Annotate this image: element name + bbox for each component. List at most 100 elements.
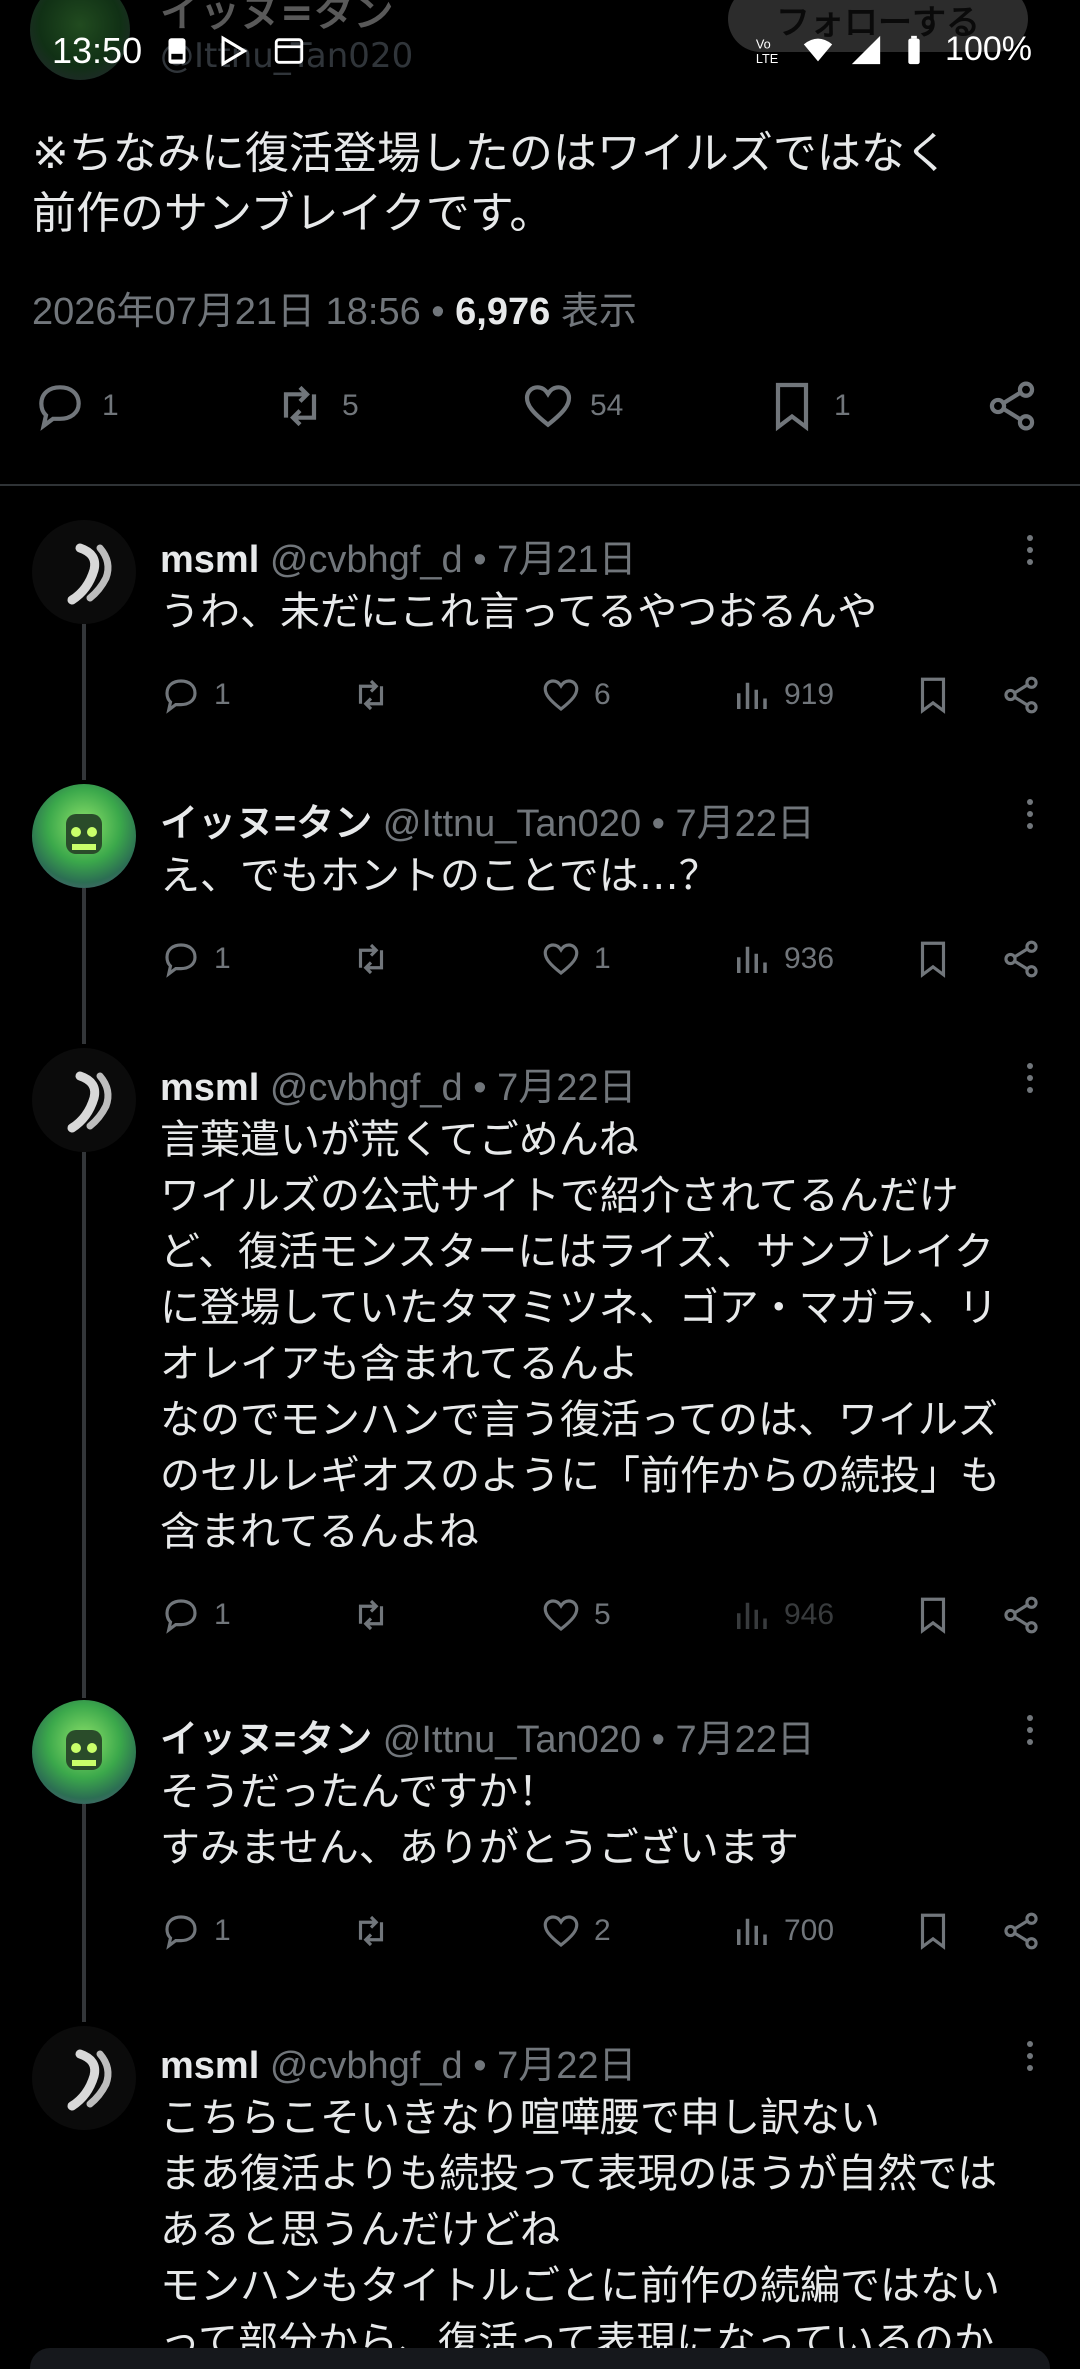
views-count: 700 — [784, 1914, 835, 1947]
reply-button[interactable]: 1 — [160, 1910, 231, 1952]
share-icon — [1004, 940, 1038, 978]
more-options-icon[interactable] — [1020, 794, 1040, 834]
views-button[interactable]: 946 — [730, 1594, 834, 1636]
battery-icon — [908, 35, 920, 64]
reply-action-bar: 1 6 919 — [160, 674, 1050, 724]
bookmark-button[interactable] — [912, 1594, 954, 1636]
retweet-icon — [358, 1599, 384, 1631]
reply-text-line: うわ、未だにこれ言ってるやつおるんや — [160, 589, 878, 635]
avatar[interactable] — [32, 1700, 136, 1804]
reply-date[interactable]: 7月22日 — [497, 2045, 636, 2087]
like-count: 2 — [594, 1914, 611, 1947]
reply-button[interactable]: 1 — [160, 1594, 231, 1636]
reply-author-name[interactable]: イッヌ=タン — [160, 803, 372, 845]
retweet-button[interactable] — [350, 1910, 392, 1952]
retweet-button[interactable] — [350, 938, 392, 980]
reply-count: 1 — [102, 389, 119, 422]
views-button[interactable]: 936 — [730, 938, 834, 980]
share-button[interactable] — [1000, 1594, 1042, 1636]
avatar[interactable] — [32, 784, 136, 888]
signal-icon — [851, 35, 881, 64]
share-icon — [1004, 1912, 1038, 1950]
avatar[interactable] — [32, 1048, 136, 1152]
reply-count: 1 — [214, 678, 231, 711]
bookmark-icon — [920, 1913, 946, 1950]
reply-date[interactable]: 7月22日 — [676, 803, 815, 845]
reply-author-name[interactable]: msml — [160, 539, 259, 581]
reply-author-handle[interactable]: @Ittnu_Tan020 — [383, 1719, 641, 1761]
reply-button[interactable]: 1 — [32, 378, 119, 434]
views-button[interactable]: 700 — [730, 1910, 834, 1952]
share-icon — [1004, 676, 1038, 714]
reply-text: こちらこそいきなり喧嘩腰で申し訳ない まあ復活よりも続投って表現のほうが自然では… — [160, 2090, 1050, 2369]
reply-author-handle[interactable]: @cvbhgf_d — [270, 539, 463, 581]
reply-button[interactable]: 1 — [160, 674, 231, 716]
share-button[interactable] — [1000, 938, 1042, 980]
views-chart-icon — [737, 682, 767, 709]
share-button[interactable] — [1000, 1910, 1042, 1952]
avatar[interactable] — [32, 520, 136, 624]
avatar-image — [66, 1730, 102, 1770]
avatar-image — [66, 814, 102, 854]
reply-date[interactable]: 7月21日 — [497, 539, 636, 581]
reply-text-line: まあ復活よりも続投って表現のほうが自然では — [160, 2151, 998, 2197]
like-count: 5 — [594, 1598, 611, 1631]
bookmark-button[interactable] — [912, 1910, 954, 1952]
reply-text-line: オレイアも含まれてるんよ — [160, 1341, 639, 1387]
more-options-icon[interactable] — [1020, 1710, 1040, 1750]
volte-icon: VoLTE — [756, 36, 778, 65]
thread-connector — [82, 888, 86, 1044]
like-button[interactable]: 1 — [540, 938, 611, 980]
like-count: 54 — [590, 389, 624, 422]
reply-author-name[interactable]: msml — [160, 1067, 259, 1109]
bookmark-icon — [920, 941, 946, 978]
reply-count: 1 — [214, 1598, 231, 1631]
bottom-reply-bar[interactable] — [30, 2348, 1050, 2369]
reply-header: msml @cvbhgf_d • 7月21日 — [160, 528, 637, 583]
reply-text-line: すみません、ありがとうございます — [160, 1825, 799, 1871]
views-button[interactable]: 919 — [730, 674, 834, 716]
like-button[interactable]: 54 — [520, 378, 623, 434]
sim-card-icon — [168, 38, 186, 64]
reply-action-bar: 1 5 946 — [160, 1594, 1050, 1644]
like-button[interactable]: 2 — [540, 1910, 611, 1952]
reply-date[interactable]: 7月22日 — [676, 1719, 815, 1761]
reply-date[interactable]: 7月22日 — [497, 1067, 636, 1109]
heart-icon — [543, 1915, 579, 1948]
retweet-button[interactable] — [350, 674, 392, 716]
reply-text-line: 言葉遣いが荒くてごめんね — [160, 1117, 639, 1163]
avatar[interactable] — [32, 2026, 136, 2130]
reply-author-name[interactable]: イッヌ=タン — [160, 1719, 372, 1761]
retweet-icon — [283, 385, 317, 427]
reply-author-handle[interactable]: @cvbhgf_d — [270, 1067, 463, 1109]
reply-author-handle[interactable]: @Ittnu_Tan020 — [383, 803, 641, 845]
retweet-button[interactable]: 5 — [272, 378, 359, 434]
svg-text:LTE: LTE — [756, 50, 778, 65]
reply-text-line: に登場していたタマミツネ、ゴア・マガラ、リ — [160, 1285, 998, 1331]
tweet-datetime[interactable]: 2026年07月21日 18:56 — [32, 291, 421, 333]
reply-icon — [165, 679, 197, 714]
reply-text-line: のセルレギオスのように「前作からの続投」も — [160, 1453, 1000, 1499]
bookmark-button[interactable] — [912, 938, 954, 980]
more-options-icon[interactable] — [1020, 1058, 1040, 1098]
reply-icon — [165, 943, 197, 978]
bookmark-button[interactable]: 1 — [764, 378, 851, 434]
reply-author-handle[interactable]: @cvbhgf_d — [270, 2045, 463, 2087]
meta-separator: • — [473, 1067, 498, 1109]
reply-button[interactable]: 1 — [160, 938, 231, 980]
share-button[interactable] — [984, 378, 1040, 434]
like-count: 6 — [594, 678, 611, 711]
tweet-views-count[interactable]: 6,976 — [455, 291, 550, 333]
reply-icon — [165, 1915, 197, 1950]
more-options-icon[interactable] — [1020, 2036, 1040, 2076]
reply-action-bar: 1 1 936 — [160, 938, 1050, 988]
like-button[interactable]: 5 — [540, 1594, 611, 1636]
like-button[interactable]: 6 — [540, 674, 611, 716]
retweet-button[interactable] — [350, 1594, 392, 1636]
share-button[interactable] — [1000, 674, 1042, 716]
bookmark-button[interactable] — [912, 674, 954, 716]
tweet-meta: 2026年07月21日 18:56 • 6,976 表示 — [32, 280, 637, 335]
more-options-icon[interactable] — [1020, 530, 1040, 570]
reply-author-name[interactable]: msml — [160, 2045, 259, 2087]
meta-separator: • — [431, 291, 456, 333]
